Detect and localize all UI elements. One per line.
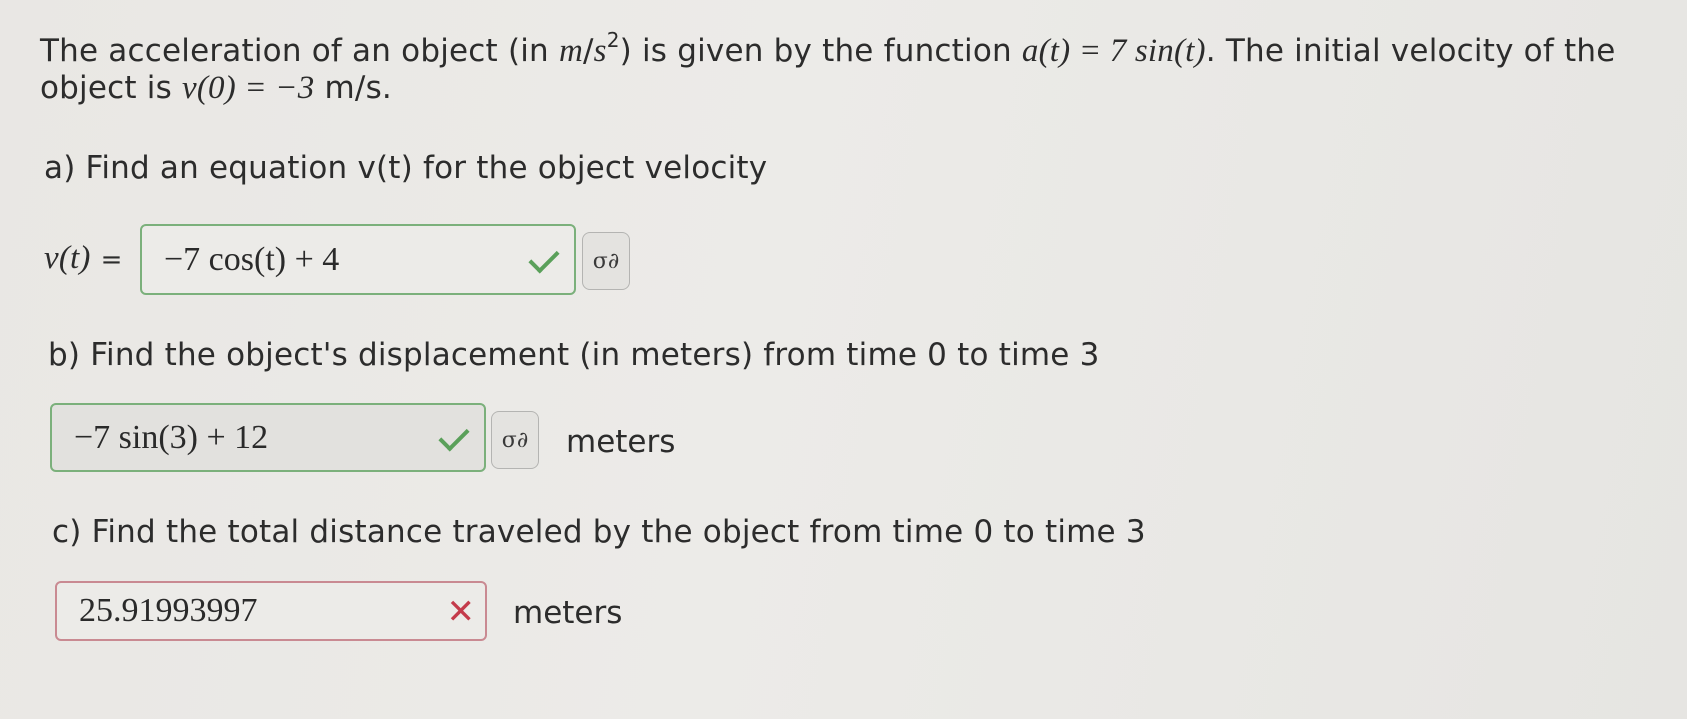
displacement-answer-field[interactable]: −7 sin(3) + 12 xyxy=(50,403,486,472)
unit-m: m xyxy=(558,33,583,69)
math-keyboard-button-b[interactable]: σ∂ xyxy=(491,411,539,469)
sigma-partial-icon: σ∂ xyxy=(501,427,529,453)
distance-unit: meters xyxy=(513,595,623,631)
intro-text-5: m/s. xyxy=(314,70,392,106)
part-c-question: c) Find the total distance traveled by t… xyxy=(52,514,1146,550)
distance-answer-value: 25.91993997 xyxy=(79,592,258,629)
part-b-question: b) Find the object's displacement (in me… xyxy=(48,337,1100,373)
unit-exponent: 2 xyxy=(606,28,620,52)
displacement-unit: meters xyxy=(566,424,676,460)
correct-check-icon xyxy=(438,420,470,452)
unit-s: s xyxy=(593,33,607,69)
part-a-question: a) Find an equation v(t) for the object … xyxy=(44,150,768,186)
incorrect-x-icon: ✕ xyxy=(446,592,476,632)
initial-velocity: v(0) = −3 xyxy=(182,70,315,106)
velocity-label: v(t) = xyxy=(44,240,123,277)
velocity-answer-value: −7 cos(t) + 4 xyxy=(164,240,340,278)
equals-sign: = xyxy=(100,245,123,275)
velocity-lhs: v(t) xyxy=(44,240,91,276)
unit-slash: / xyxy=(583,33,594,69)
displacement-answer-value: −7 sin(3) + 12 xyxy=(74,418,269,456)
problem-statement-line-1: The acceleration of an object (in m/s2) … xyxy=(40,28,1616,70)
problem-statement-line-2: object is v(0) = −3 m/s. xyxy=(40,70,392,107)
intro-text-3: . The initial velocity of the xyxy=(1205,33,1616,69)
velocity-answer-field[interactable]: −7 cos(t) + 4 xyxy=(140,224,576,295)
distance-answer-field[interactable]: 25.91993997 ✕ xyxy=(55,581,487,641)
math-keyboard-button-a[interactable]: σ∂ xyxy=(582,232,630,290)
sigma-partial-icon: σ∂ xyxy=(592,248,620,274)
acceleration-function: a(t) = 7 sin(t) xyxy=(1021,33,1206,69)
intro-text-2: ) is given by the function xyxy=(619,33,1022,69)
intro-text-4: object is xyxy=(40,70,182,106)
intro-text: The acceleration of an object (in xyxy=(40,33,559,69)
correct-check-icon xyxy=(528,242,560,274)
